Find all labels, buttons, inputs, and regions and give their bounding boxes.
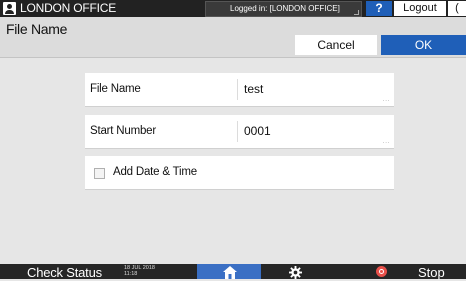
cancel-button[interactable]: Cancel xyxy=(295,35,377,55)
datetime: 18 JUL 2018 11:18 xyxy=(124,265,155,277)
start-number-value: 0001 xyxy=(244,124,271,138)
top-status-bar: LONDON OFFICE Logged in: [LONDON OFFICE]… xyxy=(0,0,466,17)
header-divider xyxy=(0,57,466,58)
home-icon xyxy=(223,266,237,279)
home-button[interactable] xyxy=(197,264,261,279)
stop-icon[interactable] xyxy=(376,266,387,277)
login-status-box[interactable]: Logged in: [LONDON OFFICE] xyxy=(205,1,362,17)
login-status-text: Logged in: [LONDON OFFICE] xyxy=(230,4,340,13)
more-icon: ... xyxy=(382,138,390,145)
start-number-label: Start Number xyxy=(90,125,156,137)
start-number-row[interactable]: Start Number 0001 ... xyxy=(85,115,394,149)
file-name-value: test xyxy=(244,82,264,96)
office-title: LONDON OFFICE xyxy=(20,1,117,15)
more-icon: ... xyxy=(382,96,390,103)
file-name-label: File Name xyxy=(90,83,141,95)
file-name-row[interactable]: File Name test ... xyxy=(85,73,394,107)
stop-button[interactable]: Stop xyxy=(418,264,445,281)
row-divider xyxy=(237,79,238,100)
add-date-time-checkbox[interactable] xyxy=(94,168,105,179)
gear-icon[interactable] xyxy=(289,266,302,279)
add-date-time-row[interactable]: Add Date & Time xyxy=(85,156,394,190)
time-text: 11:18 xyxy=(124,271,138,277)
row-divider xyxy=(237,121,238,142)
logout-button[interactable]: Logout xyxy=(394,1,446,16)
add-date-time-label: Add Date & Time xyxy=(113,166,197,178)
ok-button[interactable]: OK xyxy=(381,35,466,55)
user-icon xyxy=(3,2,16,15)
check-status-button[interactable]: Check Status xyxy=(27,264,102,281)
power-icon[interactable]: ( xyxy=(448,1,466,16)
corner-icon xyxy=(354,10,359,15)
help-button[interactable]: ? xyxy=(366,1,392,16)
page-title: File Name xyxy=(6,21,68,37)
